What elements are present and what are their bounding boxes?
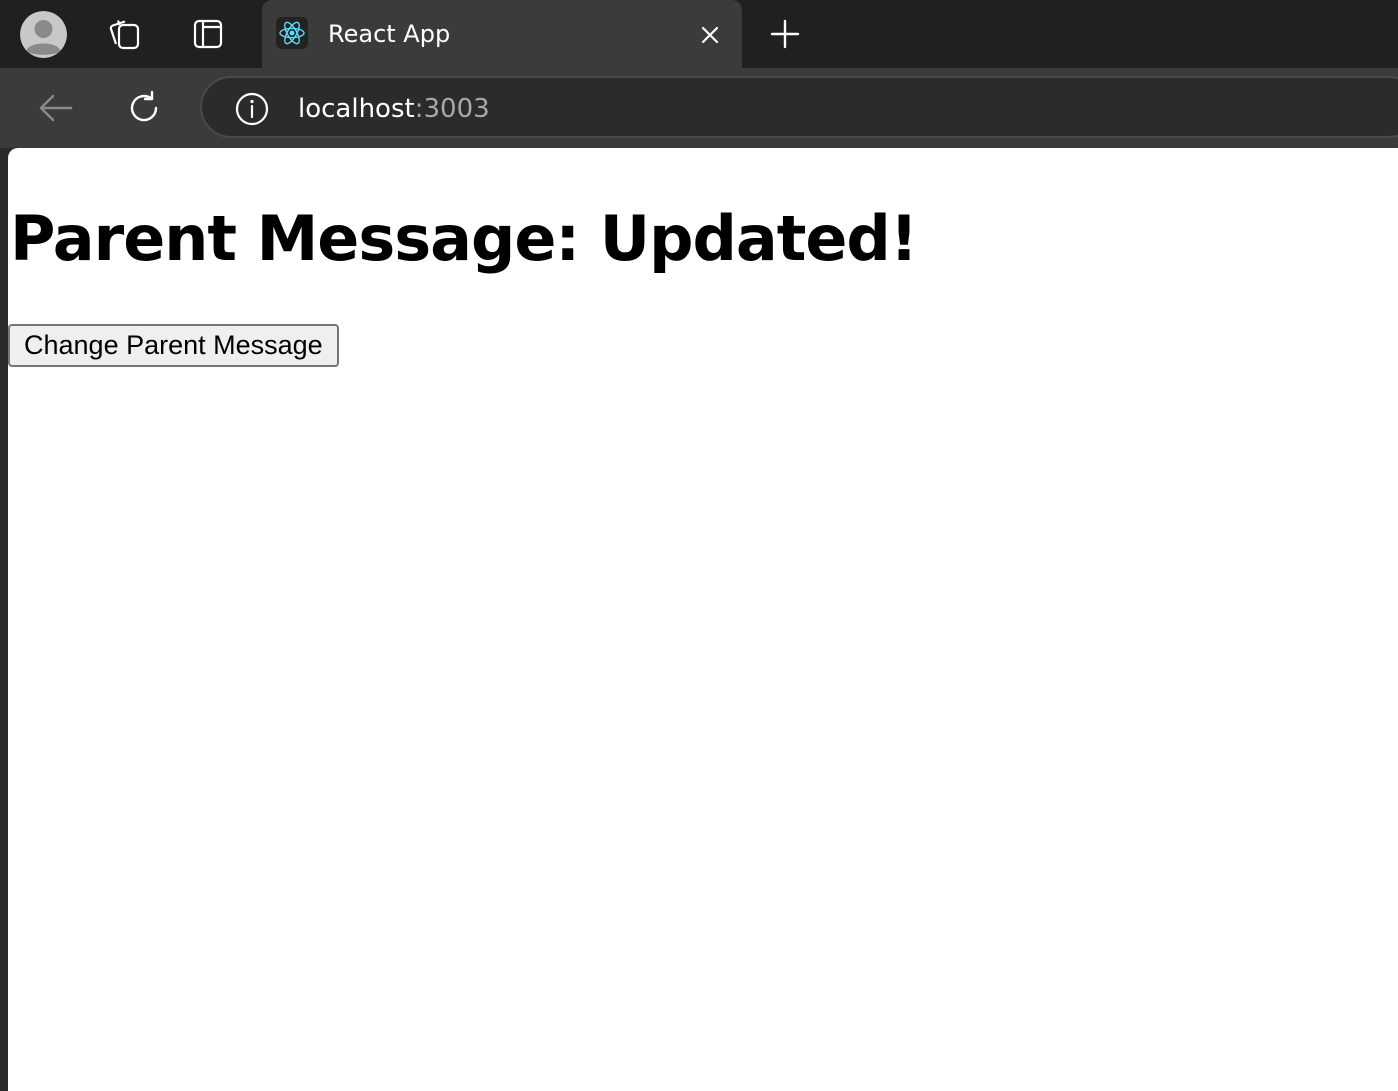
page-viewport: Parent Message: Updated! Change Parent M… [8, 148, 1398, 1091]
close-icon[interactable] [694, 19, 726, 51]
info-icon[interactable] [234, 91, 270, 127]
profile-avatar-icon[interactable] [20, 11, 67, 58]
address-bar[interactable]: localhost:3003 [200, 76, 1398, 138]
tab-react-app[interactable]: React App [262, 0, 742, 68]
tab-strip: React App [0, 0, 1398, 68]
url-host: localhost [298, 94, 415, 124]
collections-icon[interactable] [102, 14, 146, 54]
browser-window: React App localhost:3003 Parent Message:… [0, 0, 1398, 1091]
back-arrow-icon[interactable] [34, 88, 78, 128]
sidebar-toggle-icon[interactable] [188, 14, 228, 54]
tab-title: React App [328, 20, 451, 48]
url-text[interactable]: localhost:3003 [298, 91, 490, 127]
url-port: :3003 [414, 94, 490, 124]
page-heading: Parent Message: Updated! [10, 202, 918, 275]
plus-icon[interactable] [764, 13, 806, 55]
toolbar: localhost:3003 [0, 68, 1398, 148]
reload-icon[interactable] [122, 88, 166, 128]
change-parent-message-button[interactable]: Change Parent Message [8, 324, 339, 367]
react-logo-icon [276, 17, 308, 49]
